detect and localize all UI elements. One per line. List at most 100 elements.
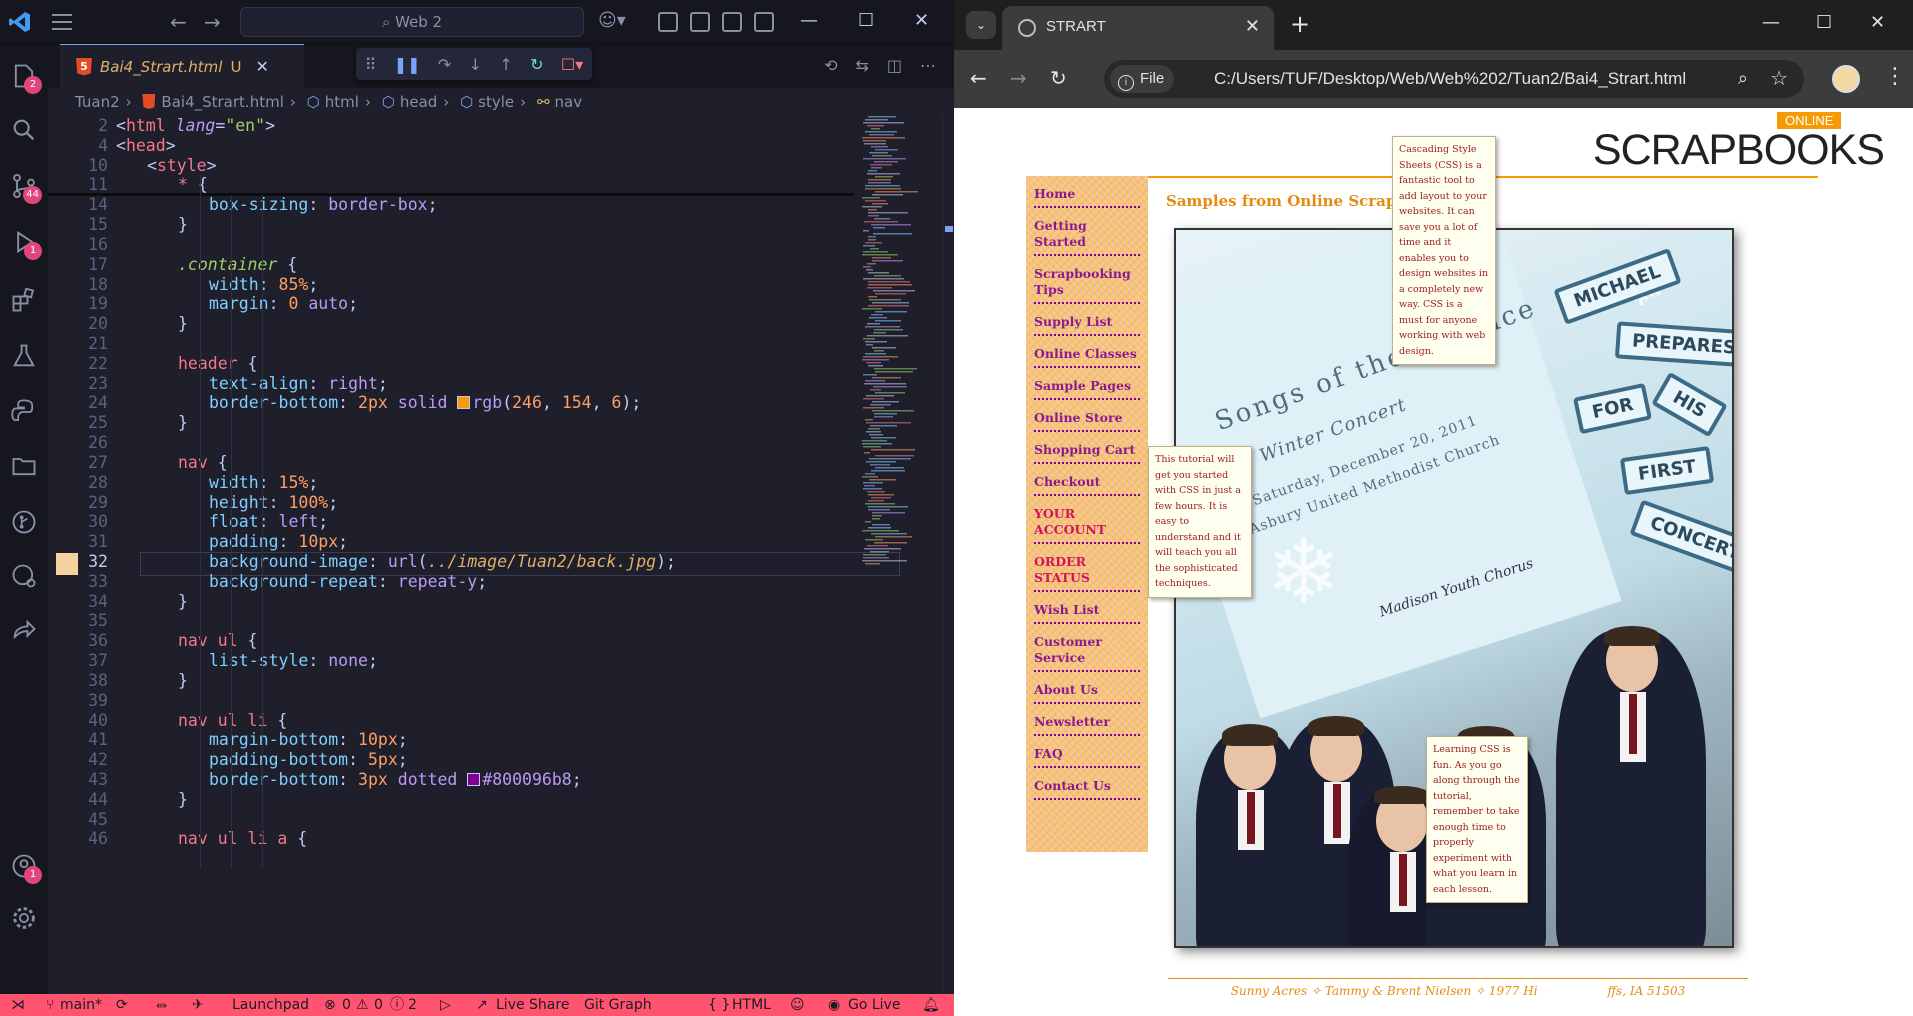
nav-link[interactable]: Sample Pages [1034, 378, 1140, 400]
code-line[interactable]: 29 height: 100%; [48, 493, 848, 513]
breadcrumb-folder[interactable]: Tuan2 [75, 93, 120, 111]
pause-icon[interactable]: ❚❚ [394, 55, 421, 74]
url-text[interactable]: C:/Users/TUF/Desktop/Web/Web%202/Tuan2/B… [1214, 69, 1686, 89]
code-line[interactable]: 2 <html lang="en"> [48, 116, 848, 136]
code-line[interactable]: 32 background-image: url(../image/Tuan2/b… [48, 552, 848, 572]
profile-avatar[interactable] [1832, 65, 1860, 93]
remote-explorer-icon[interactable] [0, 554, 48, 598]
back-arrow-icon[interactable]: ← [170, 10, 187, 34]
status-branch[interactable]: main* [60, 994, 102, 1016]
toggle-secondary-sidebar-icon[interactable] [754, 12, 774, 32]
nav-link[interactable]: Scrapbooking Tips [1034, 266, 1140, 304]
code-line[interactable]: 23 text-align: right; [48, 374, 848, 394]
live-share-icon[interactable] [0, 608, 48, 652]
color-swatch-icon[interactable] [467, 773, 481, 787]
explorer-icon[interactable]: 2 [0, 54, 48, 98]
code-line[interactable]: 21 [48, 334, 848, 354]
stop-icon[interactable]: ☐▾ [561, 55, 583, 74]
code-line[interactable]: 45 [48, 810, 848, 830]
nav-link[interactable]: Home [1034, 186, 1140, 208]
folder-icon[interactable] [0, 444, 48, 488]
breadcrumb-nav[interactable]: nav [555, 93, 583, 111]
code-editor[interactable]: 2 <html lang="en"> 4 <head> 10 <style> 11 * {14… [48, 116, 954, 994]
code-line[interactable]: 18 width: 85%; [48, 275, 848, 295]
remote-indicator-icon[interactable]: ⋊ [0, 994, 36, 1016]
code-line[interactable]: 35 [48, 611, 848, 631]
settings-gear-icon[interactable] [0, 896, 48, 940]
step-over-icon[interactable]: ↷ [438, 55, 451, 74]
chrome-maximize-icon[interactable]: ☐ [1816, 12, 1832, 33]
breadcrumb-head[interactable]: head [400, 93, 437, 111]
copilot-status-icon[interactable]: ☺ [790, 994, 805, 1016]
hamburger-menu-icon[interactable] [52, 14, 72, 30]
code-line[interactable]: 43 border-bottom: 3px dotted #800096b8; [48, 770, 848, 790]
editor-scrollbar[interactable] [942, 116, 954, 994]
sync-icon[interactable]: ⟳ [116, 994, 128, 1016]
browser-forward-icon[interactable]: → [1010, 66, 1027, 90]
code-line[interactable]: 20} [48, 314, 848, 334]
git-compare-icon[interactable]: ⥈ [156, 994, 167, 1016]
nav-link[interactable]: Checkout [1034, 474, 1140, 496]
nav-link[interactable]: YOUR ACCOUNT [1034, 506, 1140, 544]
status-warnings[interactable]: 0 [374, 994, 383, 1016]
code-line[interactable]: 42 padding-bottom: 5px; [48, 750, 848, 770]
nav-link[interactable]: FAQ [1034, 746, 1140, 768]
code-line[interactable]: 46 nav ul li a { [48, 829, 848, 849]
code-line[interactable]: 28 width: 15%; [48, 473, 848, 493]
browser-back-icon[interactable]: ← [970, 66, 987, 90]
chrome-tab-strart[interactable]: STRART ✕ [1002, 6, 1274, 50]
code-line[interactable]: 40 nav ul li { [48, 711, 848, 731]
code-line[interactable]: 4 <head> [48, 136, 848, 156]
restart-icon[interactable]: ↻ [530, 55, 543, 74]
code-line[interactable]: 36 nav ul { [48, 631, 848, 651]
minimap[interactable] [860, 116, 940, 566]
code-line[interactable]: 14 box-sizing: border-box; [48, 195, 848, 215]
tab-close-icon[interactable]: ✕ [255, 57, 268, 76]
breadcrumb-file[interactable]: Bai4_Strart.html [161, 93, 283, 111]
code-line[interactable]: 41 margin-bottom: 10px; [48, 730, 848, 750]
nav-link[interactable]: Online Store [1034, 410, 1140, 432]
status-live-share[interactable]: Live Share [496, 994, 569, 1016]
zoom-magnifier-icon[interactable]: ⌕ [1738, 68, 1748, 89]
notifications-bell-icon[interactable]: 🔔︎ [922, 994, 940, 1016]
minimize-icon[interactable]: — [800, 10, 818, 31]
code-line[interactable]: 17 .container { [48, 255, 848, 275]
color-swatch-icon[interactable] [457, 396, 471, 410]
bookmark-star-icon[interactable]: ☆ [1770, 66, 1788, 90]
code-line[interactable]: 15} [48, 215, 848, 235]
nav-link[interactable]: Newsletter [1034, 714, 1140, 736]
copilot-icon[interactable]: ☺▾ [598, 10, 626, 31]
step-out-icon[interactable]: ↑ [499, 55, 512, 74]
code-line[interactable]: 38} [48, 671, 848, 691]
extensions-icon[interactable] [0, 278, 48, 322]
drag-handle-icon[interactable]: ⠿ [365, 55, 377, 74]
status-go-live[interactable]: Go Live [848, 994, 900, 1016]
code-line[interactable]: 33 background-repeat: repeat-y; [48, 572, 848, 592]
code-line[interactable]: 31 padding: 10px; [48, 532, 848, 552]
source-control-icon[interactable]: 44 [0, 164, 48, 208]
timeline-icon[interactable]: ⟲ [824, 56, 837, 75]
reload-icon[interactable]: ↻ [1050, 66, 1067, 90]
python-icon[interactable] [0, 390, 48, 434]
run-icon[interactable]: ▷ [440, 994, 451, 1016]
code-line[interactable]: 22 header { [48, 354, 848, 374]
nav-link[interactable]: ORDER STATUS [1034, 554, 1140, 592]
command-center-search[interactable]: ⌕ Web 2 [240, 7, 584, 37]
code-line[interactable]: 30 float: left; [48, 512, 848, 532]
testing-icon[interactable] [0, 334, 48, 378]
code-line[interactable]: 19 margin: 0 auto; [48, 294, 848, 314]
code-line[interactable]: 26 [48, 433, 848, 453]
chrome-minimize-icon[interactable]: — [1762, 12, 1780, 33]
forward-arrow-icon[interactable]: → [204, 10, 221, 34]
code-line[interactable]: 25} [48, 413, 848, 433]
nav-link[interactable]: Shopping Cart [1034, 442, 1140, 464]
maximize-icon[interactable]: ☐ [858, 10, 874, 31]
nav-link[interactable]: About Us [1034, 682, 1140, 704]
code-line[interactable]: 44} [48, 790, 848, 810]
git-graph-icon[interactable] [0, 500, 48, 544]
breadcrumb-html[interactable]: html [325, 93, 359, 111]
code-line[interactable]: 16 [48, 235, 848, 255]
toggle-panel-icon[interactable] [722, 12, 742, 32]
accounts-icon[interactable]: 1 [0, 844, 48, 888]
nav-link[interactable]: Getting Started [1034, 218, 1140, 256]
